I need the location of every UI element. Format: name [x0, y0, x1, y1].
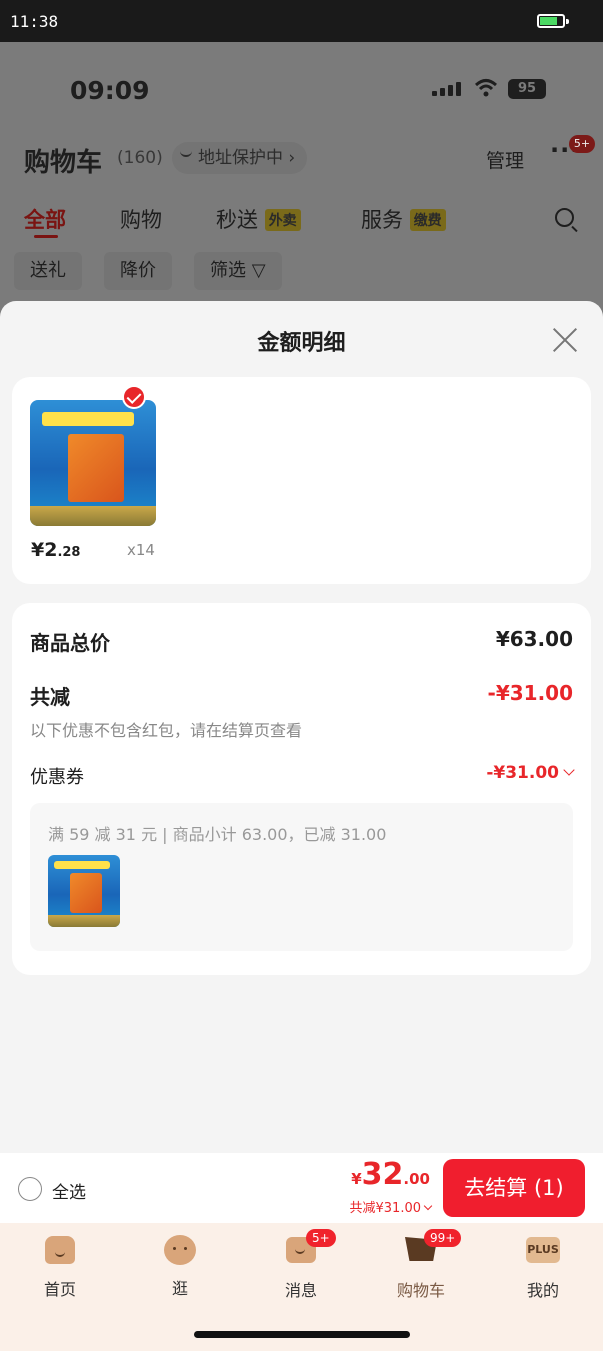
- product-price-dec: .28: [57, 545, 81, 560]
- cart-page-background: 09:09 95 购物车 (160) 地址保护中 › 管理 ··· 5+ 全部 …: [0, 42, 603, 342]
- coupon-detail-box: 满 59 减 31 元 | 商品小计 63.00，已减 31.00: [30, 803, 573, 951]
- face-icon: [164, 1235, 196, 1265]
- discount-value: -¥31.00: [487, 681, 573, 705]
- tabbar-item-home[interactable]: 首页: [20, 1233, 100, 1300]
- select-all-radio[interactable]: [18, 1177, 42, 1201]
- discount-note: 以下优惠不包含红包，请在结算页查看: [30, 721, 303, 740]
- address-protect-button[interactable]: 地址保护中 ›: [172, 142, 308, 174]
- select-all-label[interactable]: 全选: [52, 1178, 86, 1203]
- plus-icon: PLUS: [526, 1237, 560, 1263]
- tab-shopping[interactable]: 购物: [120, 204, 162, 234]
- home-icon: [45, 1236, 75, 1264]
- tabbar-item-browse[interactable]: 逛: [140, 1233, 220, 1299]
- selected-check-icon: [122, 385, 146, 409]
- system-time: 11:38: [10, 12, 59, 31]
- messages-badge: 5+: [306, 1229, 336, 1247]
- saved-detail-toggle[interactable]: 共减¥31.00: [349, 1197, 433, 1216]
- tabbar-item-mine[interactable]: PLUS 我的: [503, 1233, 583, 1301]
- checkout-bar: 全选 ¥32.00 共减¥31.00 去结算 (1): [0, 1153, 603, 1223]
- cart-badge: 99+: [424, 1229, 462, 1247]
- close-icon[interactable]: [552, 327, 578, 353]
- chip-filter[interactable]: 筛选 ▽: [194, 252, 282, 290]
- saved-amount: 共减¥31.00: [349, 1201, 422, 1216]
- tabbar-label-browse: 逛: [171, 1279, 188, 1298]
- cart-count: (160): [117, 148, 163, 168]
- total-int: 32: [361, 1157, 404, 1192]
- smile-icon: [180, 149, 192, 157]
- search-icon[interactable]: [555, 208, 574, 227]
- coupon-value: -¥31.00: [486, 763, 559, 783]
- manage-button[interactable]: 管理: [486, 146, 524, 173]
- tab-service-label: 服务: [361, 208, 403, 232]
- coupon-value-toggle[interactable]: -¥31.00: [486, 763, 575, 783]
- tab-indicator: [34, 235, 58, 238]
- price-summary-card: 商品总价 ¥63.00 共减 -¥31.00 以下优惠不包含红包，请在结算页查看…: [12, 603, 591, 975]
- wifi-icon: [474, 79, 498, 97]
- tab-service-tag: 缴费: [409, 209, 446, 231]
- home-indicator: [194, 1331, 410, 1338]
- system-status-bar: 11:38: [0, 0, 603, 42]
- tab-instant-label: 秒送: [216, 208, 258, 232]
- chevron-down-icon: [423, 1201, 433, 1211]
- subtotal-value: ¥63.00: [495, 627, 573, 651]
- subtotal-label: 商品总价: [30, 631, 110, 655]
- coupon-label: 优惠券: [30, 767, 84, 788]
- chip-gift[interactable]: 送礼: [14, 252, 82, 290]
- address-protect-label: 地址保护中 ›: [198, 148, 296, 168]
- chip-price-drop[interactable]: 降价: [104, 252, 172, 290]
- signal-icon: [432, 82, 464, 96]
- tab-instant-tag: 外卖: [264, 209, 301, 231]
- product-price: ¥2.28: [31, 539, 80, 561]
- tabbar-item-messages[interactable]: 5+ 消息: [261, 1229, 341, 1301]
- page-title: 购物车: [24, 148, 103, 178]
- tabbar-label-mine: 我的: [526, 1281, 559, 1300]
- inner-status-time: 09:09: [70, 76, 150, 105]
- coupon-description: 满 59 减 31 元 | 商品小计 63.00，已减 31.00: [48, 825, 387, 844]
- product-price-int: ¥2: [31, 539, 58, 561]
- checkout-button[interactable]: 去结算 (1): [443, 1159, 585, 1217]
- product-image[interactable]: [30, 400, 156, 526]
- coupon-product-image: [48, 855, 120, 927]
- total-price: ¥32.00: [351, 1157, 430, 1192]
- chevron-down-icon: [563, 764, 575, 776]
- inner-battery-icon: 95: [508, 79, 546, 99]
- product-quantity: x14: [127, 541, 155, 559]
- battery-icon: [537, 14, 569, 28]
- tabbar-label-messages: 消息: [284, 1281, 317, 1300]
- tabbar-item-cart[interactable]: 99+ 购物车: [381, 1229, 462, 1301]
- tab-service[interactable]: 服务 缴费: [361, 204, 446, 234]
- more-badge: 5+: [569, 135, 595, 153]
- tabbar-label-cart: 购物车: [396, 1281, 445, 1300]
- total-currency: ¥: [351, 1170, 362, 1188]
- tabbar-label-home: 首页: [43, 1280, 76, 1299]
- tab-all[interactable]: 全部: [24, 204, 66, 234]
- discount-label: 共减: [30, 685, 70, 709]
- product-card: ¥2.28 x14: [12, 377, 591, 584]
- tab-instant[interactable]: 秒送 外卖: [216, 204, 301, 234]
- sheet-title: 金额明细: [257, 331, 346, 356]
- total-dec: .00: [403, 1170, 430, 1188]
